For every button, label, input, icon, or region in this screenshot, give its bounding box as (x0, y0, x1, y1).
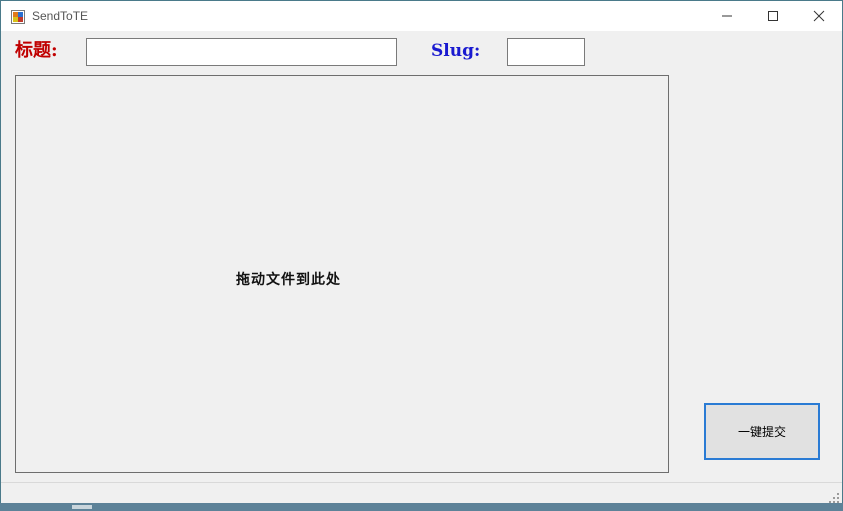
slug-input[interactable] (507, 38, 585, 66)
resize-grip-icon[interactable] (828, 489, 840, 503)
desktop-element (72, 505, 92, 509)
app-icon (11, 9, 25, 24)
title-label: 标题: (15, 40, 58, 61)
form-area: 标题: Slug: 拖动文件到此处 一键提交 (1, 31, 842, 503)
slug-label: Slug: (431, 41, 481, 61)
maximize-button[interactable] (750, 1, 796, 31)
window-title: SendToTE (32, 9, 89, 23)
status-bar (1, 482, 842, 503)
desktop-background (0, 503, 843, 511)
maximize-icon (767, 7, 779, 26)
minimize-button[interactable] (704, 1, 750, 31)
file-drop-zone[interactable]: 拖动文件到此处 (15, 75, 669, 473)
submit-button[interactable]: 一键提交 (704, 403, 820, 460)
title-input[interactable] (86, 38, 397, 66)
title-bar[interactable]: SendToTE (1, 1, 842, 31)
close-icon (813, 7, 825, 26)
app-window: SendToTE 标题: Slug: 拖动文件到此处 一键提交 (0, 0, 843, 504)
minimize-icon (721, 7, 733, 26)
drop-zone-label: 拖动文件到此处 (236, 272, 341, 288)
close-button[interactable] (796, 1, 842, 31)
